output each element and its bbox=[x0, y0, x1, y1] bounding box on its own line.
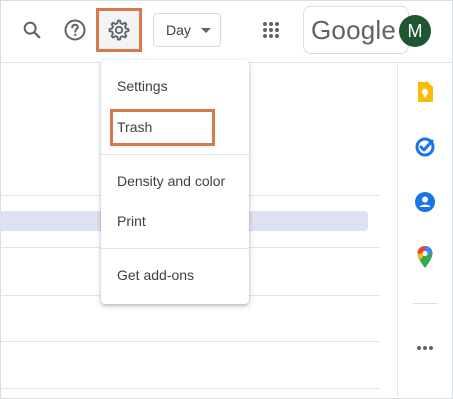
view-selector[interactable]: Day bbox=[153, 13, 221, 47]
apps-grid-icon bbox=[261, 20, 281, 40]
menu-item-get-add-ons[interactable]: Get add-ons bbox=[101, 257, 249, 293]
maps-icon[interactable] bbox=[413, 245, 437, 269]
help-button[interactable] bbox=[55, 10, 95, 50]
settings-button[interactable] bbox=[96, 8, 142, 52]
search-icon bbox=[21, 19, 43, 41]
menu-item-density-and-color[interactable]: Density and color bbox=[101, 163, 249, 199]
side-panel-divider bbox=[397, 63, 398, 397]
gear-icon bbox=[107, 18, 131, 42]
google-logo-text: Google bbox=[311, 15, 397, 45]
trash-highlight-box bbox=[110, 109, 215, 146]
caret-down-icon bbox=[201, 28, 211, 33]
tasks-icon[interactable] bbox=[413, 135, 437, 159]
contacts-icon[interactable] bbox=[413, 190, 437, 214]
view-selector-value: Day bbox=[166, 22, 191, 38]
account-switcher[interactable]: Google M bbox=[303, 6, 431, 54]
keep-icon[interactable] bbox=[413, 80, 437, 104]
menu-divider bbox=[101, 154, 249, 155]
menu-divider bbox=[101, 248, 249, 249]
search-button[interactable] bbox=[12, 10, 52, 50]
settings-menu: Settings Trash Density and color Print G… bbox=[101, 60, 249, 304]
apps-button[interactable] bbox=[251, 10, 291, 50]
avatar[interactable]: M bbox=[399, 15, 431, 47]
more-icon[interactable] bbox=[413, 336, 437, 360]
help-icon bbox=[63, 18, 87, 42]
hour-gridline bbox=[0, 341, 380, 342]
hour-gridline bbox=[0, 388, 380, 389]
menu-item-settings[interactable]: Settings bbox=[101, 68, 249, 104]
side-panel-separator bbox=[413, 303, 437, 304]
menu-item-print[interactable]: Print bbox=[101, 203, 249, 239]
top-bar: Day Google M bbox=[0, 0, 453, 62]
